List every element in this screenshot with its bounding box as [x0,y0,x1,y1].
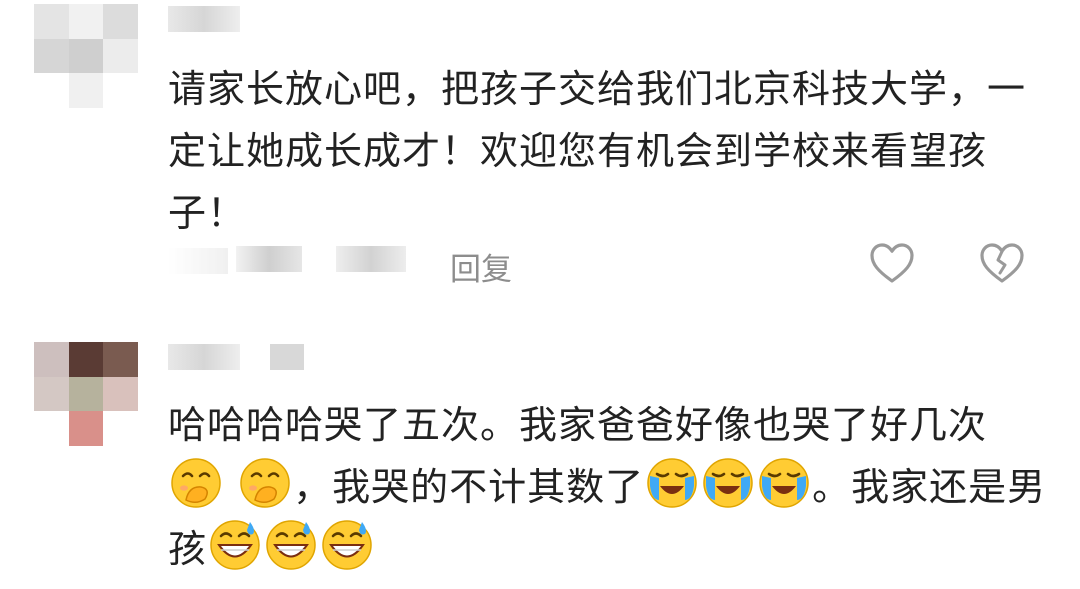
comment-text: 请家长放心吧，把孩子交给我们北京科技大学，一定让她成长成才！欢迎您有机会到学校来… [168,67,1027,235]
grinning-face-with-sweat-icon [210,520,260,570]
comment-text-part: ，我哭的不计其数了 [293,465,645,509]
username[interactable] [270,344,304,370]
comment-item: 哈哈哈哈哭了五次。我家爸爸好像也哭了好几次 ，我哭的不计其数了 。我家还是男孩 [0,330,1080,589]
comment-item: 请家长放心吧，把孩子交给我们北京科技大学，一定让她成长成才！欢迎您有机会到学校来… [0,0,1080,330]
loudly-crying-face-icon [703,458,753,508]
face-with-hand-over-mouth-icon [171,458,221,508]
grinning-face-with-sweat-icon [266,520,316,570]
comment-text-part: 哈哈哈哈哭了五次。我家爸爸好像也哭了好几次 [168,403,988,447]
comment-text: 哈哈哈哈哭了五次。我家爸爸好像也哭了好几次 ，我哭的不计其数了 。我家还是男孩 [168,394,1048,580]
face-with-hand-over-mouth-icon [240,458,290,508]
username[interactable] [168,344,240,370]
loudly-crying-face-icon [647,458,697,508]
timestamp-blurred [236,246,302,272]
loudly-crying-face-icon [759,458,809,508]
timestamp-blurred [168,248,228,274]
heart-icon [870,243,914,283]
broken-heart-icon [980,243,1024,283]
like-button[interactable] [868,240,916,288]
reply-button[interactable]: 回复 [450,244,512,289]
username[interactable] [168,6,240,32]
location-blurred [336,246,406,272]
dislike-button[interactable] [978,240,1026,288]
avatar[interactable] [34,4,138,108]
grinning-face-with-sweat-icon [322,520,372,570]
avatar[interactable] [34,342,138,446]
comment-meta: 回复 [168,240,1048,290]
